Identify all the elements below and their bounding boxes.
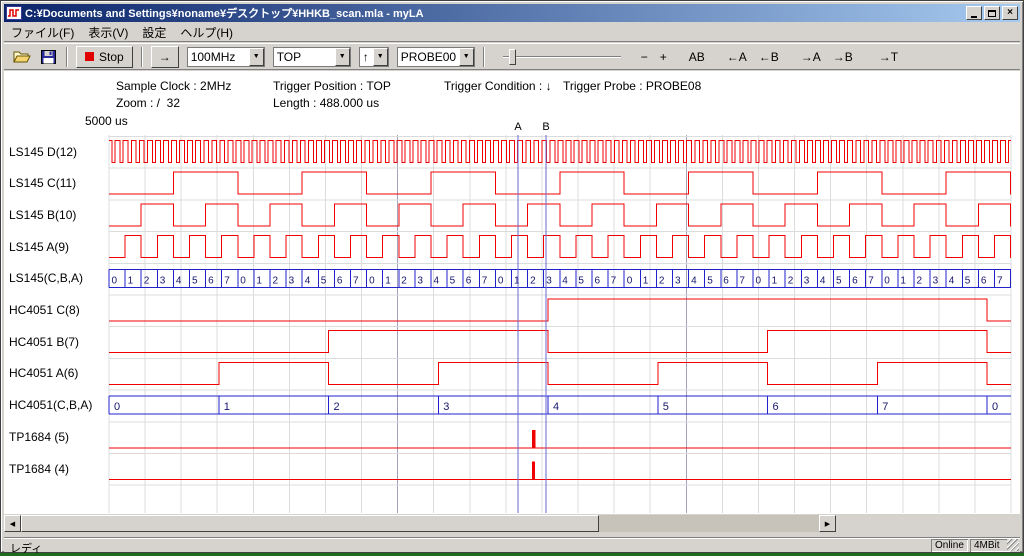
- open-file-icon[interactable]: [12, 49, 32, 65]
- minimize-icon: [971, 16, 977, 18]
- status-memory-panel: 4MBit: [970, 539, 1010, 552]
- scroll-right-button[interactable]: [819, 515, 836, 532]
- zoom-out-button[interactable]: −: [635, 47, 654, 67]
- window-title: C:¥Documents and Settings¥noname¥デスクトップ¥…: [25, 5, 962, 21]
- maximize-button[interactable]: [984, 6, 1000, 20]
- stop-label: Stop: [99, 50, 124, 64]
- horizontal-scrollbar[interactable]: [4, 515, 836, 532]
- ab-button[interactable]: AB: [683, 47, 711, 67]
- jump-right-b-button[interactable]: →B: [827, 47, 859, 67]
- sample-clock-select[interactable]: 100MHz: [187, 47, 265, 67]
- status-ready-text: レディ: [10, 540, 42, 556]
- scrollbar-thumb[interactable]: [21, 515, 599, 532]
- chevron-down-icon[interactable]: [335, 48, 350, 66]
- menu-file[interactable]: ファイル(F): [4, 22, 81, 43]
- zoom-in-button[interactable]: +: [654, 47, 673, 67]
- zoom-slider[interactable]: [503, 47, 621, 67]
- toolbar-separator: [141, 47, 143, 67]
- window-controls: ×: [966, 6, 1018, 20]
- trigger-position-select[interactable]: TOP: [273, 47, 351, 67]
- jump-left-b-button[interactable]: ←B: [753, 47, 785, 67]
- app-window: C:¥Documents and Settings¥noname¥デスクトップ¥…: [0, 0, 1024, 553]
- run-button[interactable]: →: [151, 46, 179, 68]
- maximize-icon: [988, 10, 996, 17]
- app-icon: [6, 6, 22, 20]
- menu-settings[interactable]: 設定: [135, 22, 173, 43]
- toolbar-separator: [66, 47, 68, 67]
- stop-button[interactable]: Stop: [76, 46, 133, 68]
- run-arrow-icon: →: [159, 50, 171, 64]
- jump-trigger-button[interactable]: →T: [873, 47, 904, 67]
- jump-left-a-button[interactable]: ←A: [721, 47, 753, 67]
- stop-square-icon: [85, 52, 94, 61]
- chevron-down-icon[interactable]: [249, 48, 264, 66]
- chevron-down-icon[interactable]: [459, 48, 474, 66]
- toolbar-separator: [483, 47, 485, 67]
- minimize-button[interactable]: [966, 6, 982, 20]
- status-bar: レディ Online 4MBit: [4, 537, 1020, 552]
- trigger-edge-select[interactable]: ↑: [359, 47, 389, 67]
- resize-grip[interactable]: [1007, 539, 1019, 551]
- scroll-left-button[interactable]: [4, 515, 21, 532]
- jump-right-a-button[interactable]: →A: [795, 47, 827, 67]
- menu-view[interactable]: 表示(V): [81, 22, 135, 43]
- title-bar[interactable]: C:¥Documents and Settings¥noname¥デスクトップ¥…: [4, 4, 1020, 22]
- status-online-panel: Online: [931, 539, 968, 552]
- trigger-probe-select[interactable]: PROBE00: [397, 47, 475, 67]
- chevron-down-icon[interactable]: [373, 48, 388, 66]
- menu-help[interactable]: ヘルプ(H): [173, 22, 240, 43]
- menu-bar: ファイル(F) 表示(V) 設定 ヘルプ(H): [4, 23, 1020, 42]
- waveform-area[interactable]: [4, 71, 1020, 514]
- close-icon: ×: [1007, 8, 1013, 18]
- slider-thumb[interactable]: [509, 49, 516, 65]
- toolbar: Stop → 100MHz TOP ↑ PROBE00 − + AB ←A: [4, 43, 1020, 70]
- slider-track[interactable]: [503, 56, 621, 58]
- close-button[interactable]: ×: [1002, 6, 1018, 20]
- save-icon[interactable]: [38, 49, 58, 65]
